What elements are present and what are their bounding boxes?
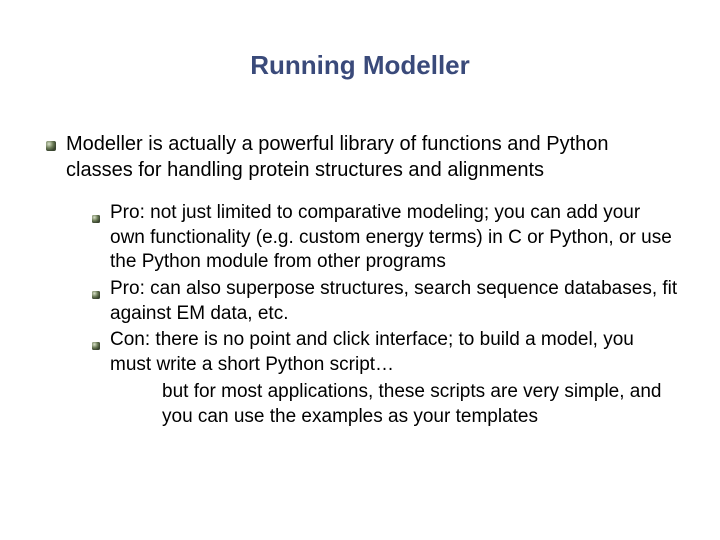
bullet-icon [46,138,56,148]
sub-bullet-text: Pro: can also superpose structures, sear… [110,277,680,326]
bullet-icon [92,210,100,218]
sub-bullet: Pro: not just limited to comparative mod… [92,201,680,275]
main-bullet: Modeller is actually a powerful library … [40,131,680,183]
sub-bullet-text: Pro: not just limited to comparative mod… [110,201,680,275]
sub-bullet: Con: there is no point and click interfa… [92,328,680,377]
sub-bullet-text: Con: there is no point and click interfa… [110,328,680,377]
sub-bullet-list: Pro: not just limited to comparative mod… [40,201,680,429]
bullet-icon [92,286,100,294]
bullet-icon [92,337,100,345]
continuation-text: but for most applications, these scripts… [92,380,680,429]
slide-title: Running Modeller [40,50,680,81]
main-bullet-text: Modeller is actually a powerful library … [66,131,680,183]
sub-bullet: Pro: can also superpose structures, sear… [92,277,680,326]
